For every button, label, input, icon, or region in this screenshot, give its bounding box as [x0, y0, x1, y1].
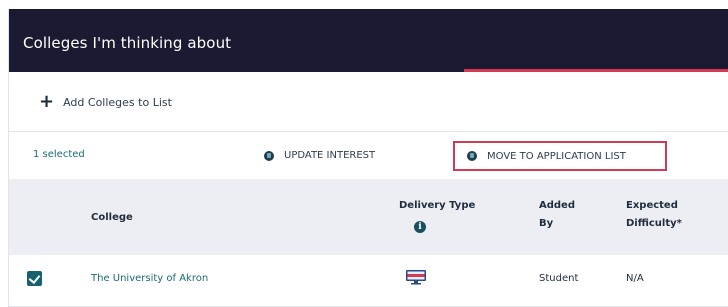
column-header-expected-difficulty[interactable]: Expected Difficulty*	[626, 197, 726, 233]
row-checkbox[interactable]	[27, 271, 42, 286]
page-title: Colleges I'm thinking about	[23, 34, 232, 52]
move-to-application-list-button[interactable]: MOVE TO APPLICATION LIST	[453, 141, 667, 171]
update-interest-label: UPDATE INTEREST	[284, 150, 376, 161]
colleges-panel: Colleges I'm thinking about + Add Colleg…	[8, 9, 728, 307]
added-by-value: Student	[539, 273, 579, 284]
selected-count: 1 selected	[33, 149, 85, 160]
interest-icon	[264, 150, 274, 161]
expected-difficulty-value: N/A	[626, 273, 644, 284]
panel-header: Colleges I'm thinking about	[9, 9, 728, 69]
info-icon[interactable]: i	[414, 221, 426, 233]
column-header-college[interactable]: College	[91, 209, 133, 227]
interest-icon	[467, 151, 477, 161]
add-colleges-label: Add Colleges to List	[63, 95, 172, 109]
plus-icon: +	[39, 91, 55, 112]
add-colleges-link[interactable]: + Add Colleges to List	[39, 91, 172, 112]
table-header: College Delivery Type i Added By Expected…	[9, 179, 728, 255]
update-interest-button[interactable]: UPDATE INTEREST	[264, 150, 375, 161]
column-header-delivery-type: Delivery Type	[399, 200, 476, 211]
move-to-application-list-label: MOVE TO APPLICATION LIST	[487, 150, 626, 162]
table-row: The University of Akron Student N/A	[9, 255, 728, 307]
computer-monitor-icon	[406, 270, 426, 285]
college-name-link[interactable]: The University of Akron	[91, 273, 208, 284]
selection-toolbar: 1 selected UPDATE INTEREST MOVE TO APPLI…	[9, 131, 728, 179]
header-accent-bar	[464, 69, 728, 72]
column-header-added-by[interactable]: Added By	[539, 197, 589, 233]
